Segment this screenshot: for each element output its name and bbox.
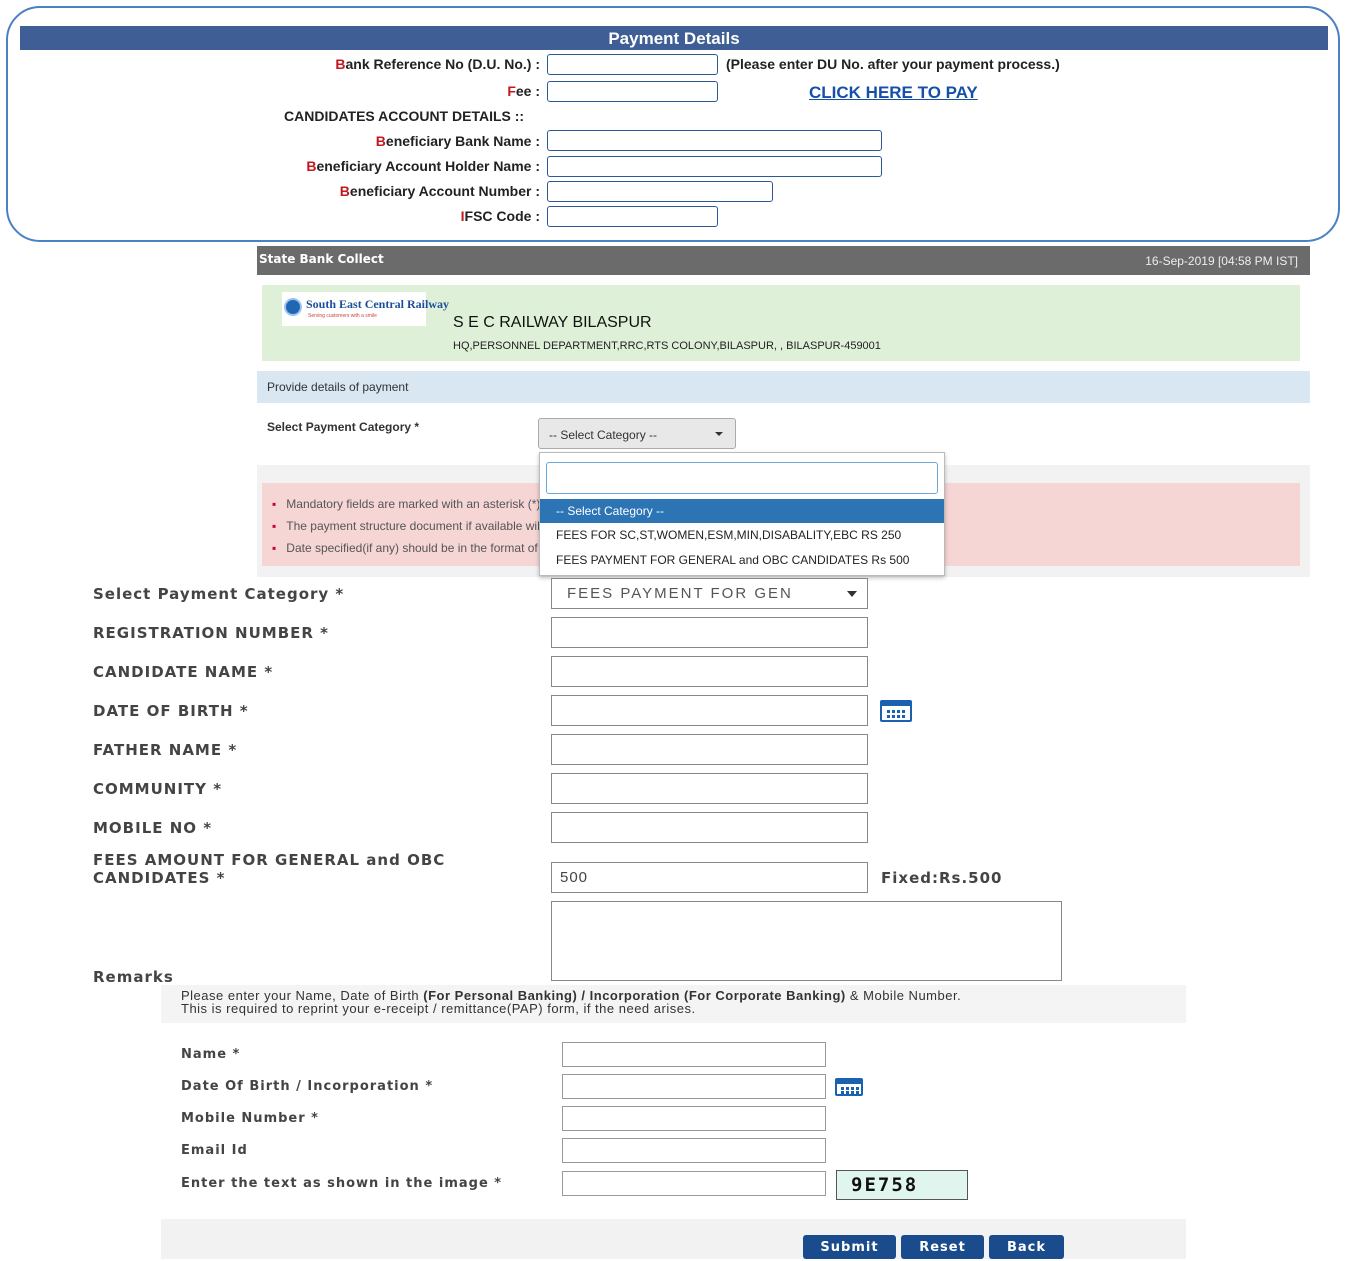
fixed-amount-text: Fixed:Rs.500	[881, 869, 1003, 887]
mobile-no-label: MOBILE NO *	[93, 819, 213, 837]
captcha-input[interactable]	[562, 1171, 826, 1196]
captcha-image: 9E758	[836, 1170, 968, 1200]
beneficiary-account-number-input[interactable]	[547, 181, 773, 202]
date-of-birth-label: DATE OF BIRTH *	[93, 702, 249, 720]
email-id-label: Email Id	[181, 1143, 248, 1158]
captcha-label: Enter the text as shown in the image *	[181, 1176, 503, 1191]
form-category-select[interactable]: FEES PAYMENT FOR GEN	[551, 578, 868, 609]
datetime: 16-Sep-2019 [04:58 PM IST]	[1145, 254, 1298, 268]
chevron-down-icon	[847, 591, 857, 597]
dropdown-option[interactable]: -- Select Category --	[540, 499, 944, 523]
dob-incorporation-input[interactable]	[562, 1074, 826, 1099]
registration-number-input[interactable]	[551, 617, 868, 648]
mobile-number-label: Mobile Number *	[181, 1111, 319, 1126]
father-name-label: FATHER NAME *	[93, 741, 238, 759]
remarks-label: Remarks	[93, 968, 174, 986]
dob-incorporation-label: Date Of Birth / Incorporation *	[181, 1079, 434, 1094]
name-input[interactable]	[562, 1042, 826, 1067]
ifsc-code-input[interactable]	[547, 206, 718, 227]
merchant-name: S E C RAILWAY BILASPUR	[453, 314, 652, 331]
railway-emblem-icon	[284, 298, 302, 316]
community-label: COMMUNITY *	[93, 780, 223, 798]
father-name-input[interactable]	[551, 734, 868, 765]
notice-item: ▪ Mandatory fields are marked with an as…	[272, 497, 541, 511]
category-dropdown: -- Select Category -- FEES FOR SC,ST,WOM…	[539, 452, 945, 576]
beneficiary-holder-name-label: Beneficiary Account Holder Name :	[306, 158, 540, 174]
registration-number-label: REGISTRATION NUMBER *	[93, 624, 330, 642]
candidates-account-heading: CANDIDATES ACCOUNT DETAILS ::	[284, 108, 525, 124]
bank-reference-label: Bank Reference No (D.U. No.) :	[335, 56, 540, 72]
beneficiary-bank-name-label: Beneficiary Bank Name :	[375, 133, 540, 149]
mobile-number-input[interactable]	[562, 1106, 826, 1131]
chevron-down-icon	[715, 432, 723, 436]
fees-amount-input[interactable]: 500	[551, 862, 868, 893]
bank-reference-input[interactable]	[547, 54, 718, 75]
candidate-name-label: CANDIDATE NAME *	[93, 663, 274, 681]
beneficiary-account-number-label: Beneficiary Account Number :	[339, 183, 540, 199]
sbi-collect-title: State Bank Collect	[259, 252, 384, 266]
beneficiary-bank-name-input[interactable]	[547, 130, 882, 151]
dropdown-search-input[interactable]	[546, 462, 938, 494]
payment-details-title: Payment Details	[20, 26, 1328, 50]
reprint-info: Please enter your Name, Date of Birth (F…	[161, 985, 1186, 1023]
provide-details-bar: Provide details of payment	[257, 371, 1310, 403]
dropdown-option[interactable]: FEES PAYMENT FOR GENERAL and OBC CANDIDA…	[540, 548, 944, 572]
name-label: Name *	[181, 1047, 241, 1062]
notice-item: ▪ Date specified(if any) should be in th…	[272, 541, 544, 555]
form-category-label: Select Payment Category *	[93, 585, 345, 603]
payment-category-label: Select Payment Category *	[267, 420, 420, 434]
calendar-icon[interactable]	[880, 700, 912, 722]
notice-item: ▪ The payment structure document if avai…	[272, 519, 543, 533]
mobile-no-input[interactable]	[551, 812, 868, 843]
submit-button[interactable]: Submit	[803, 1235, 896, 1259]
click-here-to-pay-link[interactable]: CLICK HERE TO PAY	[809, 83, 978, 103]
sbi-collect-titlebar: State Bank Collect 16-Sep-2019 [04:58 PM…	[257, 246, 1310, 275]
beneficiary-holder-name-input[interactable]	[547, 156, 882, 177]
community-input[interactable]	[551, 773, 868, 804]
payment-category-select[interactable]: -- Select Category --	[538, 418, 736, 449]
fee-input[interactable]	[547, 81, 718, 102]
email-id-input[interactable]	[562, 1138, 826, 1163]
merchant-address: HQ,PERSONNEL DEPARTMENT,RRC,RTS COLONY,B…	[453, 340, 881, 352]
back-button[interactable]: Back	[989, 1235, 1064, 1259]
ifsc-code-label: IFSC Code :	[460, 208, 540, 224]
fee-label: Fee :	[507, 83, 540, 99]
reset-button[interactable]: Reset	[901, 1235, 984, 1259]
dropdown-option[interactable]: FEES FOR SC,ST,WOMEN,ESM,MIN,DISABALITY,…	[540, 523, 944, 547]
candidate-name-input[interactable]	[551, 656, 868, 687]
date-of-birth-input[interactable]	[551, 695, 868, 726]
remarks-textarea[interactable]	[551, 901, 1062, 981]
fees-amount-label: FEES AMOUNT FOR GENERAL and OBC CANDIDAT…	[93, 851, 446, 887]
du-note: (Please enter DU No. after your payment …	[726, 56, 1060, 72]
secr-logo: South East Central Railway Serving custo…	[282, 292, 449, 326]
calendar-icon[interactable]	[835, 1078, 863, 1096]
